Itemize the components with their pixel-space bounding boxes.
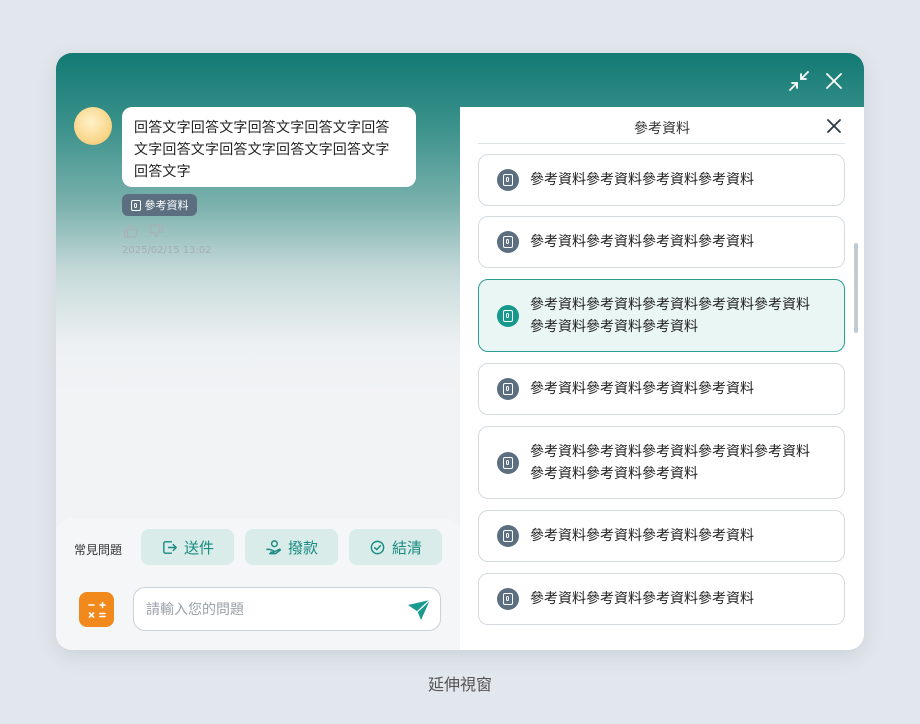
- document-icon: [497, 169, 519, 191]
- reference-line: 參考資料參考資料參考資料參考資料: [530, 591, 754, 607]
- panel-title: 參考資料: [634, 121, 690, 137]
- document-icon: [130, 199, 141, 211]
- reference-line: 參考資料參考資料參考資料參考資料: [530, 528, 754, 544]
- hand-money-icon: [266, 539, 281, 554]
- close-icon[interactable]: [823, 70, 845, 92]
- question-input-box: [133, 587, 441, 631]
- reference-line: 參考資料參考資料參考資料: [530, 319, 698, 335]
- reference-item[interactable]: 參考資料參考資料參考資料參考資料: [478, 216, 845, 268]
- thumbs-up-icon[interactable]: [123, 223, 139, 239]
- faq-chip-label: 送件: [183, 538, 214, 557]
- check-circle-icon: [370, 540, 385, 554]
- document-icon: [497, 305, 519, 327]
- reference-line: 參考資料參考資料參考資料: [530, 466, 698, 482]
- faq-label: 常見問題: [74, 543, 123, 557]
- panel-divider: [478, 143, 845, 144]
- reference-text: 參考資料參考資料參考資料參考資料參考資料 參考資料參考資料參考資料: [530, 441, 830, 485]
- caption: 延伸視窗: [427, 675, 492, 694]
- reference-line: 參考資料參考資料參考資料參考資料參考資料: [530, 297, 810, 313]
- reference-line: 參考資料參考資料參考資料參考資料參考資料: [530, 444, 810, 460]
- send-icon: [408, 599, 431, 620]
- faq-chip-disbursement[interactable]: 撥款: [245, 529, 338, 565]
- reference-text: 參考資料參考資料參考資料參考資料: [530, 588, 830, 610]
- message-timestamp: 2025/02/15 13:02: [122, 245, 212, 256]
- answer-line: 回答文字回答文字回答文字回答文字回答: [134, 120, 390, 136]
- chat-window: 回答文字回答文字回答文字回答文字回答 文字回答文字回答文字回答文字回答文字 回答…: [56, 53, 864, 650]
- document-icon: [497, 588, 519, 610]
- reference-text: 參考資料參考資料參考資料參考資料參考資料 參考資料參考資料參考資料: [530, 294, 830, 338]
- reference-line: 參考資料參考資料參考資料參考資料: [530, 234, 754, 250]
- document-icon: [497, 525, 519, 547]
- reference-item[interactable]: 參考資料參考資料參考資料參考資料: [478, 573, 845, 625]
- panel-close-icon[interactable]: [826, 118, 842, 134]
- reference-item-selected[interactable]: 參考資料參考資料參考資料參考資料參考資料 參考資料參考資料參考資料: [478, 279, 845, 352]
- reference-tag-button[interactable]: 參考資料: [122, 194, 197, 216]
- document-icon: [497, 452, 519, 474]
- thumbs-down-icon[interactable]: [148, 223, 164, 239]
- composer-area: 常見問題 送件 撥款 結清: [56, 518, 460, 650]
- calculator-button[interactable]: [79, 592, 114, 627]
- answer-bubble: 回答文字回答文字回答文字回答文字回答 文字回答文字回答文字回答文字回答文字 回答…: [122, 107, 416, 187]
- document-icon: [497, 231, 519, 253]
- reference-item[interactable]: 參考資料參考資料參考資料參考資料參考資料 參考資料參考資料參考資料: [478, 426, 845, 499]
- faq-chip-label: 撥款: [287, 538, 318, 557]
- collapse-arrows-icon[interactable]: [788, 70, 810, 92]
- answer-line: 文字回答文字回答文字回答文字回答文字: [134, 142, 390, 158]
- reference-text: 參考資料參考資料參考資料參考資料: [530, 169, 830, 191]
- calculator-icon: [87, 601, 106, 618]
- panel-scrollbar[interactable]: [854, 243, 858, 333]
- avatar: [74, 107, 112, 145]
- answer-line: 回答文字: [134, 164, 191, 180]
- reference-line: 參考資料參考資料參考資料參考資料: [530, 381, 754, 397]
- reference-item[interactable]: 參考資料參考資料參考資料參考資料: [478, 510, 845, 562]
- reference-panel: 參考資料 參考資料參考資料參考資料參考資料 參考資料參考資料參考資料參考資料 參…: [460, 107, 864, 650]
- document-icon: [497, 378, 519, 400]
- faq-chip-label: 結清: [391, 538, 422, 557]
- reference-item[interactable]: 參考資料參考資料參考資料參考資料: [478, 363, 845, 415]
- reference-line: 參考資料參考資料參考資料參考資料: [530, 172, 754, 188]
- reference-text: 參考資料參考資料參考資料參考資料: [530, 525, 830, 547]
- reference-tag-label: 參考資料: [144, 199, 189, 212]
- question-input[interactable]: [144, 598, 398, 622]
- send-button[interactable]: [406, 598, 432, 622]
- send-document-icon: [163, 540, 177, 554]
- faq-chip-send[interactable]: 送件: [141, 529, 234, 565]
- reference-text: 參考資料參考資料參考資料參考資料: [530, 231, 830, 253]
- faq-chip-settlement[interactable]: 結清: [349, 529, 442, 565]
- reference-item[interactable]: 參考資料參考資料參考資料參考資料: [478, 154, 845, 206]
- reference-text: 參考資料參考資料參考資料參考資料: [530, 378, 830, 400]
